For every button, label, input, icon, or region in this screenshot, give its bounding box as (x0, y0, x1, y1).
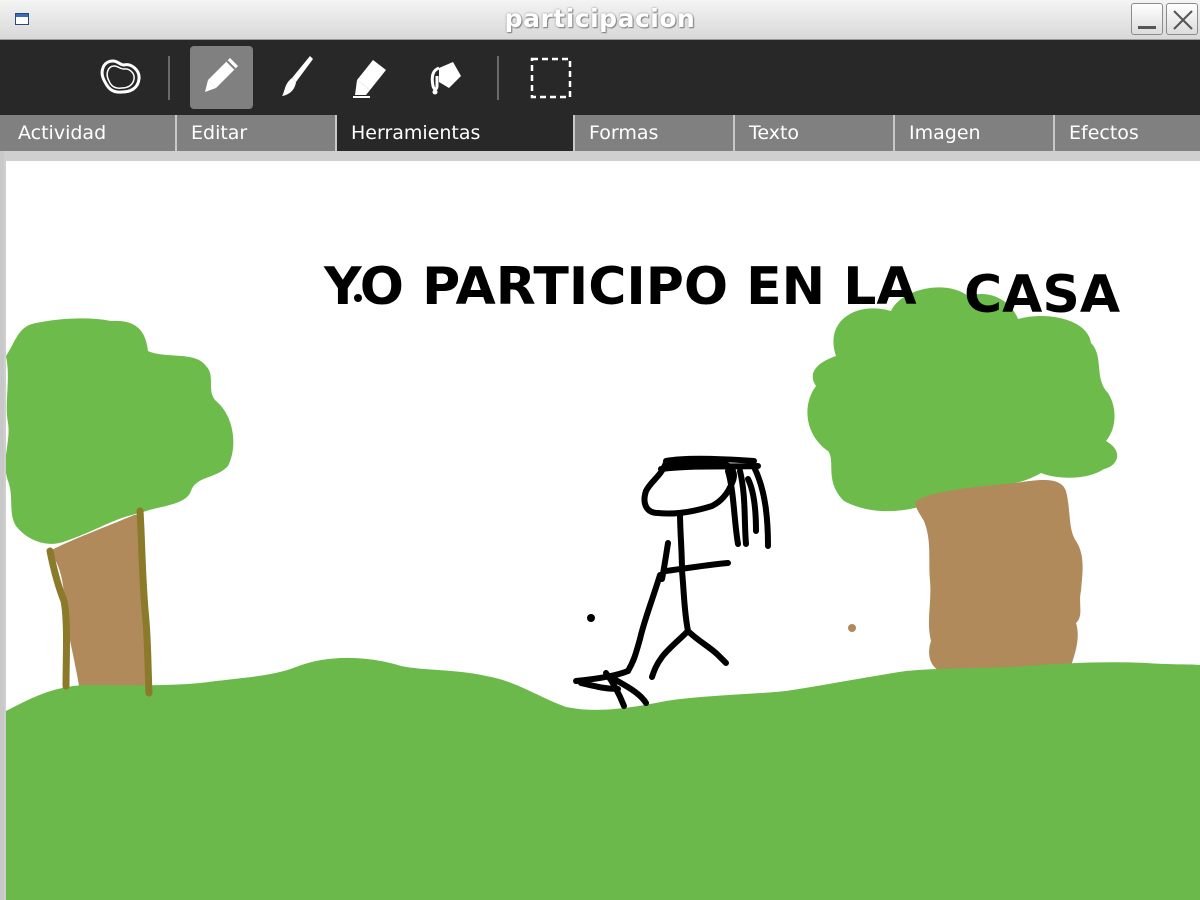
title-bar[interactable]: participacion (0, 0, 1200, 40)
pencil-icon (205, 58, 238, 92)
tool-toolbar (0, 40, 1200, 115)
window-title: participacion (504, 4, 696, 33)
paint-bucket-icon (430, 62, 461, 95)
tab-texto[interactable]: Texto (735, 115, 895, 151)
tab-formas[interactable]: Formas (575, 115, 735, 151)
paint-window: participacion Actividad Editar Herramien… (0, 0, 1200, 900)
blob-outline-icon (100, 59, 141, 94)
ink-dot (587, 614, 595, 622)
eraser-tool[interactable] (340, 46, 403, 109)
tab-imagen[interactable]: Imagen (895, 115, 1055, 151)
menu-tabs: Actividad Editar Herramientas Formas Tex… (0, 115, 1200, 151)
select-tool[interactable] (520, 46, 583, 109)
tab-efectos[interactable]: Efectos (1055, 115, 1200, 151)
canvas-text-main: YO PARTICIPO EN LA (324, 257, 917, 317)
brush-icon (282, 56, 313, 96)
close-icon (1173, 10, 1193, 30)
toolbar-separator (497, 56, 499, 100)
tab-editar[interactable]: Editar (177, 115, 337, 151)
drawing-canvas[interactable]: YO PARTICIPO EN LA CASA (6, 161, 1200, 900)
toolbar-separator (168, 56, 170, 100)
freeform-shape-tool[interactable] (87, 46, 150, 109)
dashed-selection-icon (530, 57, 572, 99)
close-button[interactable] (1166, 3, 1198, 35)
tab-herramientas[interactable]: Herramientas (337, 115, 575, 151)
tab-actividad[interactable]: Actividad (4, 115, 177, 151)
brown-dot (848, 624, 856, 632)
pencil-tool[interactable] (190, 46, 253, 109)
canvas-text-second: CASA (964, 265, 1121, 325)
eraser-icon (353, 60, 386, 98)
brush-tool[interactable] (265, 46, 328, 109)
minimize-button[interactable] (1131, 3, 1163, 35)
bucket-tool[interactable] (415, 46, 478, 109)
